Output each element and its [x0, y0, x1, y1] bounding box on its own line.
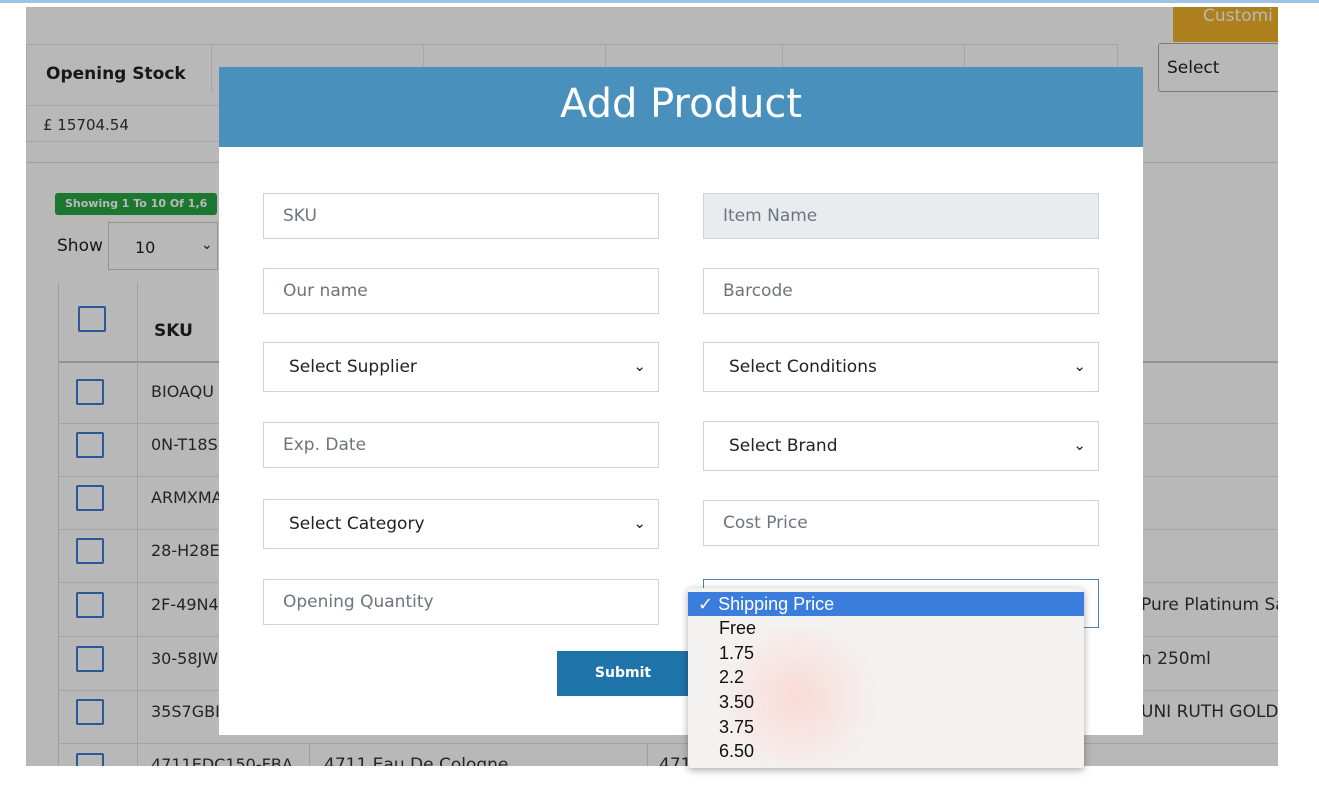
dropdown-option[interactable]: Free [688, 616, 1084, 640]
brand-select-value: Select Brand [729, 436, 838, 456]
opening-quantity-input[interactable]: Opening Quantity [263, 579, 659, 625]
chevron-down-icon: ⌄ [1073, 357, 1086, 375]
item-name-input[interactable]: Item Name [703, 193, 1099, 239]
dropdown-option[interactable]: 2.2 [688, 665, 1084, 689]
sku-input[interactable]: SKU [263, 193, 659, 239]
chevron-down-icon: ⌄ [633, 357, 646, 375]
cost-price-input[interactable]: Cost Price [703, 500, 1099, 546]
dropdown-option[interactable]: 6.50 [688, 739, 1084, 763]
top-border [0, 0, 1319, 3]
our-name-input[interactable]: Our name [263, 268, 659, 314]
shipping-price-dropdown[interactable]: ✓ Shipping Price Free 1.75 2.2 3.50 3.75… [688, 588, 1084, 768]
dropdown-option-selected[interactable]: ✓ Shipping Price [688, 592, 1084, 616]
exp-date-input[interactable]: Exp. Date [263, 422, 659, 468]
option-label: Shipping Price [718, 594, 835, 614]
modal-title: Add Product [559, 81, 803, 127]
conditions-select[interactable]: Select Conditions ⌄ [703, 342, 1099, 392]
dropdown-option[interactable]: 1.75 [688, 641, 1084, 665]
conditions-select-value: Select Conditions [729, 357, 877, 377]
chevron-down-icon: ⌄ [1073, 436, 1086, 454]
submit-button[interactable]: Submit [557, 651, 689, 696]
barcode-input[interactable]: Barcode [703, 268, 1099, 314]
chevron-down-icon: ⌄ [633, 514, 646, 532]
modal-header: Add Product [219, 67, 1143, 147]
checkmark-icon: ✓ [698, 594, 714, 614]
supplier-select-value: Select Supplier [289, 357, 417, 377]
category-select[interactable]: Select Category ⌄ [263, 499, 659, 549]
category-select-value: Select Category [289, 514, 425, 534]
brand-select[interactable]: Select Brand ⌄ [703, 421, 1099, 471]
supplier-select[interactable]: Select Supplier ⌄ [263, 342, 659, 392]
dropdown-option[interactable]: 3.50 [688, 690, 1084, 714]
dropdown-option[interactable]: 3.75 [688, 715, 1084, 739]
